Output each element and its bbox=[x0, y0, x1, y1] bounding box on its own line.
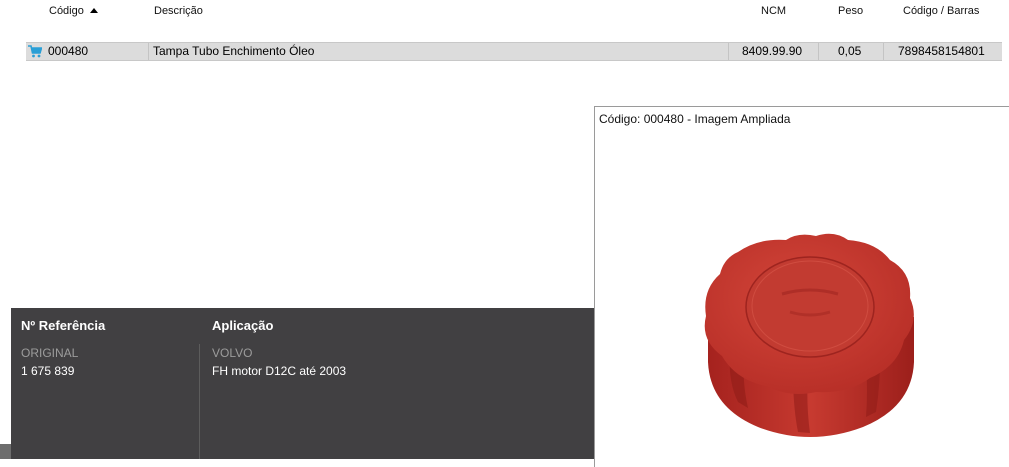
referencia-heading: Nº Referência bbox=[21, 318, 106, 333]
aplicacao-value: FH motor D12C até 2003 bbox=[212, 364, 347, 378]
cell-peso: 0,05 bbox=[838, 44, 862, 58]
column-divider bbox=[148, 43, 149, 60]
column-header-ncm[interactable]: NCM bbox=[761, 5, 786, 17]
column-header-codigo[interactable]: Código bbox=[49, 5, 98, 17]
column-header-peso[interactable]: Peso bbox=[838, 5, 863, 17]
cell-codigo: 000480 bbox=[48, 44, 89, 58]
oil-filler-cap-image bbox=[704, 233, 914, 437]
referencia-category: ORIGINAL bbox=[21, 346, 79, 360]
scroll-edge bbox=[0, 444, 11, 459]
details-panel: Nº Referência Aplicação ORIGINAL 1 675 8… bbox=[11, 308, 611, 459]
aplicacao-heading: Aplicação bbox=[212, 318, 274, 333]
sort-ascending-icon[interactable] bbox=[89, 8, 98, 13]
column-header-descricao[interactable]: Descrição bbox=[154, 5, 203, 17]
referencia-value: 1 675 839 bbox=[21, 364, 75, 378]
popup-title: Código: 000480 - Imagem Ampliada bbox=[599, 112, 791, 126]
column-divider bbox=[818, 43, 819, 60]
column-divider bbox=[883, 43, 884, 60]
cell-descricao: Tampa Tubo Enchimento Óleo bbox=[153, 44, 315, 58]
table-row[interactable]: 000480 Tampa Tubo Enchimento Óleo 8409.9… bbox=[26, 42, 1002, 61]
column-divider bbox=[728, 43, 729, 60]
panel-divider bbox=[199, 344, 200, 459]
cart-icon[interactable] bbox=[28, 45, 42, 58]
column-header-barras[interactable]: Código / Barras bbox=[903, 5, 979, 17]
image-popup[interactable]: Código: 000480 - Imagem Ampliada bbox=[594, 106, 1009, 467]
aplicacao-category: VOLVO bbox=[212, 346, 253, 360]
table-header: Código Descrição NCM Peso Código / Barra… bbox=[0, 0, 1009, 24]
cell-barras: 7898458154801 bbox=[898, 44, 985, 58]
cell-ncm: 8409.99.90 bbox=[742, 44, 803, 58]
